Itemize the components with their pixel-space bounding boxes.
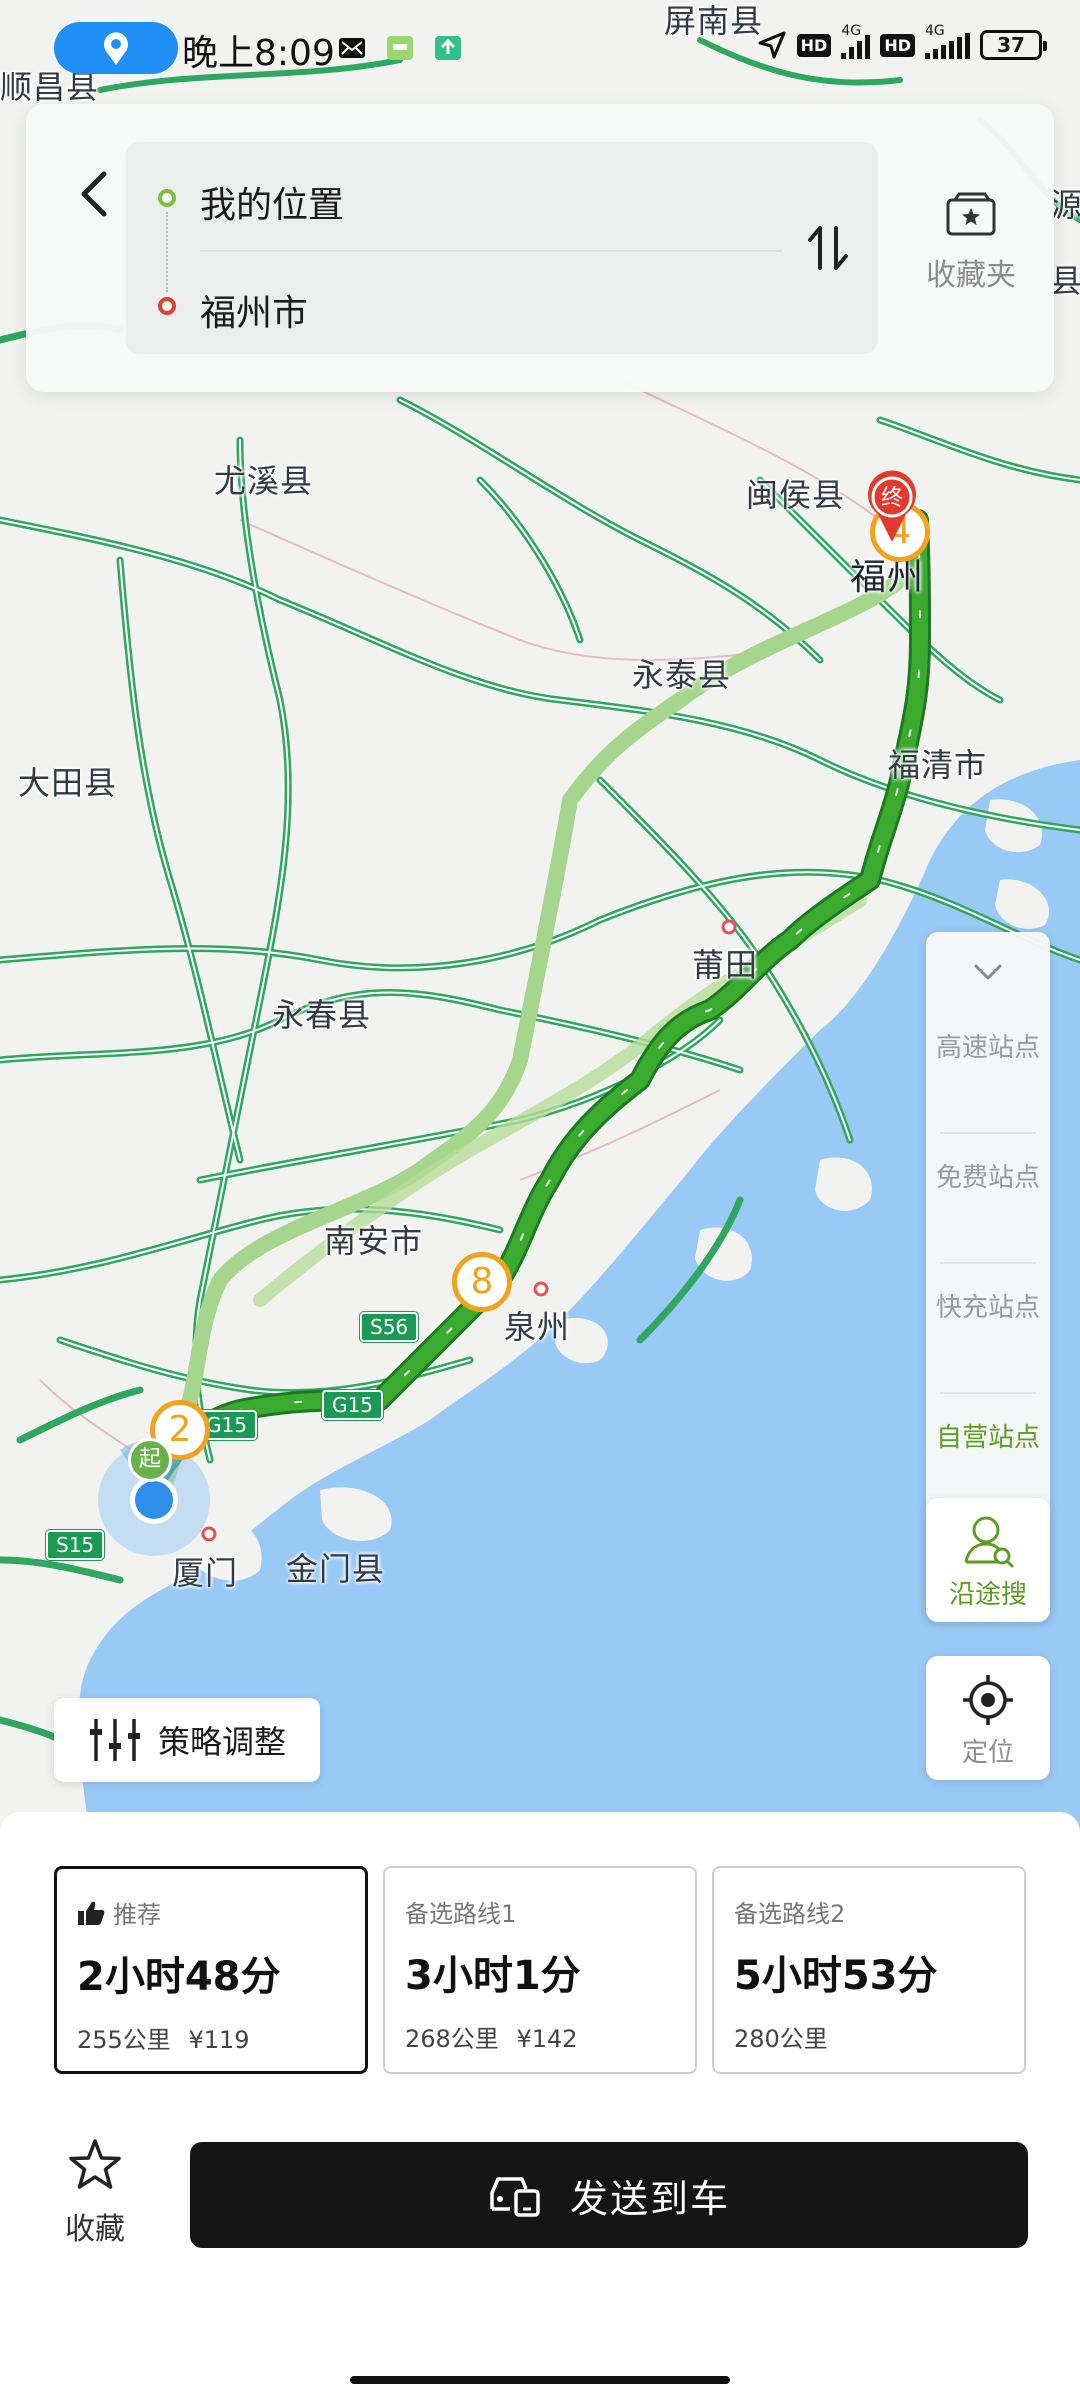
- map-label-jinmen: 金门县: [286, 1550, 386, 1588]
- route-duration: 2小时48分: [77, 1954, 281, 2000]
- map-label-quanzhou: 泉州: [504, 1308, 571, 1346]
- destination-dot-icon: [158, 297, 176, 315]
- send-to-car-icon: [490, 2177, 540, 2217]
- map-label-fuqing: 福清市: [888, 746, 988, 784]
- battery-indicator: 37: [980, 30, 1047, 60]
- location-pin-icon: [104, 32, 128, 65]
- route-tag-label: 备选路线1: [405, 1900, 517, 1928]
- filter-fast-charge-stations[interactable]: 快充站点: [926, 1262, 1050, 1392]
- route-card-alternative-1[interactable]: 备选路线1 3小时1分 268公里 ¥142: [383, 1866, 697, 2074]
- collapse-panel-button[interactable]: [926, 932, 1050, 1012]
- back-button[interactable]: [66, 156, 122, 232]
- filter-highway-label: 高速站点: [935, 1033, 1040, 1063]
- origin-field[interactable]: 我的位置: [200, 176, 344, 228]
- route-tag: 备选路线2: [734, 1894, 1024, 1929]
- map-label-edge-1: 源: [1050, 186, 1080, 224]
- status-indicators: HD 4G HD 4G 37: [757, 23, 1047, 60]
- route-tag-label: 推荐: [113, 1901, 161, 1929]
- upload-notification-icon: [435, 36, 461, 60]
- locate-button[interactable]: 定位: [926, 1656, 1050, 1780]
- favorites-folder-button[interactable]: 收藏夹: [906, 190, 1036, 310]
- route-distance: 268公里: [405, 2025, 499, 2053]
- map-label-yongchun: 永春县: [272, 996, 372, 1034]
- chevron-left-icon: [81, 171, 107, 217]
- search-along-route-button[interactable]: 沿途搜: [926, 1498, 1050, 1622]
- route-tag-label: 备选路线2: [734, 1900, 846, 1928]
- waypoint-marker-8[interactable]: 8: [452, 1252, 512, 1312]
- filter-fast-charge-label: 快充站点: [935, 1293, 1040, 1323]
- route-strategy-button[interactable]: 策略调整: [54, 1698, 320, 1782]
- filter-free-label: 免费站点: [935, 1163, 1040, 1193]
- route-fee: ¥119: [188, 2026, 250, 2054]
- map-label-edge-2: 县: [1050, 262, 1080, 300]
- map-label-putian: 莆田: [692, 946, 759, 984]
- map-label-xiamen: 厦门: [172, 1554, 239, 1592]
- route-card-recommended[interactable]: 推荐 2小时48分 255公里 ¥119: [54, 1866, 368, 2074]
- folder-star-icon: [946, 192, 996, 236]
- map-label-minhou: 闽侯县: [746, 476, 846, 514]
- hd-badge-2: HD: [880, 33, 915, 57]
- filter-highway-stations[interactable]: 高速站点: [926, 1002, 1050, 1132]
- start-badge: 起: [128, 1438, 172, 1482]
- filter-self-operated-label: 自营站点: [935, 1423, 1040, 1453]
- end-pin[interactable]: 终: [862, 470, 922, 544]
- highway-shield-s15: S15: [46, 1530, 105, 1560]
- home-indicator[interactable]: [350, 2376, 730, 2384]
- navigation-arrow-icon: [758, 31, 786, 59]
- network-type-1: 4G: [841, 23, 862, 39]
- route-meta: 255公里 ¥119: [77, 2020, 365, 2055]
- highway-shield-s56: S56: [360, 1312, 419, 1342]
- route-fee: ¥142: [516, 2025, 578, 2053]
- route-meta: 268公里 ¥142: [405, 2019, 695, 2054]
- star-outline-icon: [69, 2139, 121, 2189]
- destination-field[interactable]: 福州市: [200, 284, 308, 336]
- search-along-route-label: 沿途搜: [948, 1580, 1027, 1610]
- favorites-folder-label: 收藏夹: [926, 258, 1016, 293]
- map-label-yongtai: 永泰县: [632, 656, 732, 694]
- filter-free-stations[interactable]: 免费站点: [926, 1132, 1050, 1262]
- location-sharing-pill[interactable]: [54, 22, 178, 74]
- thumbs-up-icon: [78, 1901, 105, 1925]
- sliders-icon: [90, 1719, 140, 1761]
- app-notification-icon: [387, 36, 413, 60]
- route-search-card: 我的位置 福州市 收藏夹: [26, 104, 1054, 392]
- route-distance: 280公里: [734, 2025, 828, 2053]
- status-bar: 晚上8:09 HD 4G HD 4G 37: [0, 0, 1080, 96]
- end-pin-label: 终: [880, 486, 903, 511]
- route-options-sheet: 推荐 2小时48分 255公里 ¥119 备选路线1 3小时1分 268公里 ¥…: [0, 1812, 1080, 2400]
- chevron-down-icon: [974, 964, 1002, 980]
- message-icon: [339, 38, 365, 58]
- map-label-datian: 大田县: [18, 764, 118, 802]
- swap-arrows-icon: [808, 226, 848, 270]
- start-badge-label: 起: [138, 1447, 161, 1472]
- route-card-alternative-2[interactable]: 备选路线2 5小时53分 280公里: [712, 1866, 1026, 2074]
- route-connector: [166, 212, 168, 292]
- map-label-nanan: 南安市: [324, 1222, 424, 1260]
- route-meta: 280公里: [734, 2019, 1024, 2054]
- route-strategy-label: 策略调整: [158, 1723, 287, 1761]
- route-duration: 5小时53分: [734, 1953, 938, 1999]
- route-tag: 备选路线1: [405, 1894, 695, 1929]
- send-to-car-button[interactable]: 发送到车: [190, 2142, 1028, 2248]
- clock: 晚上8:09: [182, 33, 335, 74]
- route-duration: 3小时1分: [405, 1953, 581, 1999]
- origin-dot-icon: [158, 189, 176, 207]
- cellular-signal-1: 4G: [841, 23, 871, 59]
- crosshair-icon: [963, 1675, 1013, 1725]
- person-search-icon: [964, 1516, 1014, 1568]
- send-to-car-label: 发送到车: [569, 2176, 730, 2221]
- route-tag: 推荐: [77, 1895, 365, 1930]
- route-input-box: 我的位置 福州市: [126, 142, 878, 354]
- network-type-2: 4G: [925, 23, 945, 39]
- save-route-label: 收藏: [65, 2212, 125, 2247]
- map-label-youxi: 尤溪县: [214, 462, 314, 500]
- locate-label: 定位: [961, 1738, 1014, 1768]
- route-distance: 255公里: [77, 2026, 171, 2054]
- highway-shield-g15: G15: [322, 1390, 383, 1420]
- save-route-button[interactable]: 收藏: [40, 2136, 150, 2247]
- swap-route-button[interactable]: [792, 212, 864, 284]
- hd-badge-1: HD: [796, 33, 832, 57]
- cellular-signal-2: 4G: [925, 23, 970, 59]
- field-divider: [200, 250, 782, 252]
